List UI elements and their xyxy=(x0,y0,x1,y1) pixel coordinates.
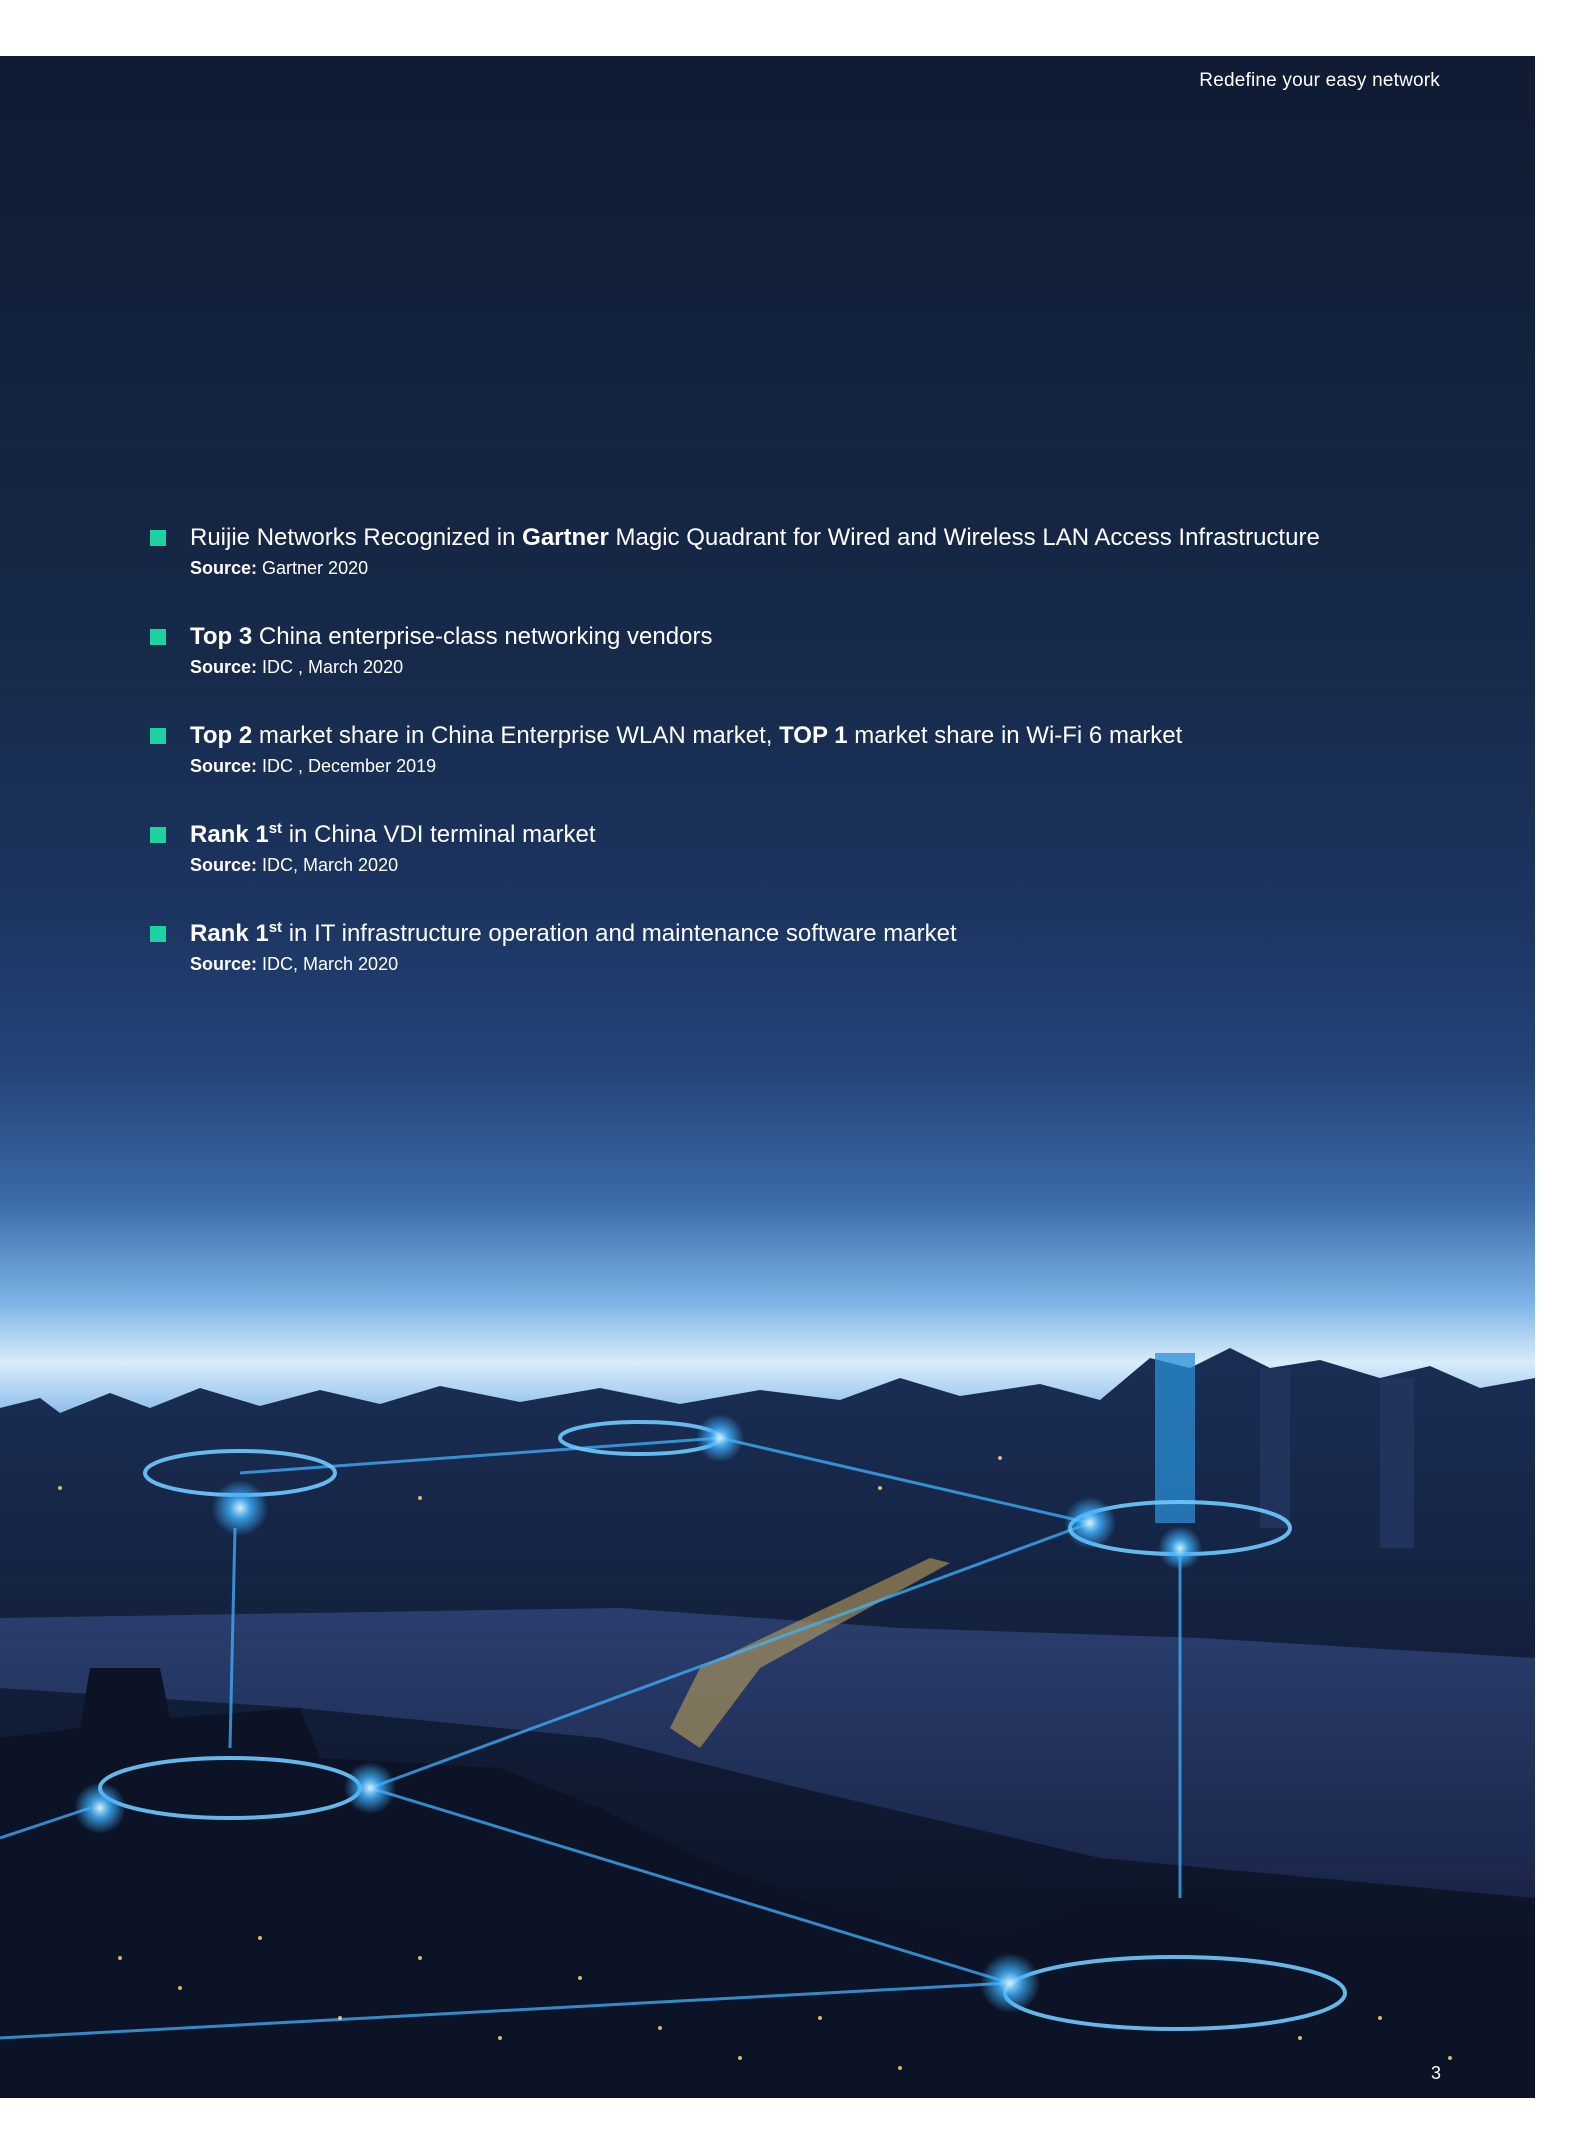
square-bullet-icon xyxy=(150,827,166,843)
page-number: 3 xyxy=(1430,2063,1441,2083)
achievement-headline: Top 3 China enterprise-class networking … xyxy=(190,623,713,650)
achievement-source: Source: IDC, March 2020 xyxy=(190,855,399,875)
achievement-source: Source: Gartner 2020 xyxy=(190,558,369,578)
achievement-item: Ruijie Networks Recognized in Gartner Ma… xyxy=(150,521,1400,581)
achievement-item: Rank 1st in IT infrastructure operation … xyxy=(150,917,1400,977)
brochure-page: Redefine your easy network Ruijie Networ… xyxy=(0,0,1588,2155)
achievement-headline: Ruijie Networks Recognized in Gartner Ma… xyxy=(190,524,1320,551)
achievement-item: Rank 1st in China VDI terminal market So… xyxy=(150,818,1400,878)
square-bullet-icon xyxy=(150,530,166,546)
achievement-item: Top 2 market share in China Enterprise W… xyxy=(150,719,1400,779)
header-tagline: Redefine your easy network xyxy=(1199,70,1440,91)
achievements-list: Ruijie Networks Recognized in Gartner Ma… xyxy=(150,521,1400,1016)
achievement-headline: Top 2 market share in China Enterprise W… xyxy=(190,722,1183,749)
achievement-item: Top 3 China enterprise-class networking … xyxy=(150,620,1400,680)
square-bullet-icon xyxy=(150,629,166,645)
achievement-source: Source: IDC , December 2019 xyxy=(190,756,437,776)
city-night-hero-panel: Redefine your easy network Ruijie Networ… xyxy=(0,56,1535,2098)
city-network-illustration xyxy=(0,1348,1535,2098)
square-bullet-icon xyxy=(150,728,166,744)
achievement-source: Source: IDC , March 2020 xyxy=(190,657,404,677)
achievement-source: Source: IDC, March 2020 xyxy=(190,954,399,974)
square-bullet-icon xyxy=(150,926,166,942)
achievement-headline: Rank 1st in China VDI terminal market xyxy=(190,820,596,848)
achievement-headline: Rank 1st in IT infrastructure operation … xyxy=(190,919,957,947)
